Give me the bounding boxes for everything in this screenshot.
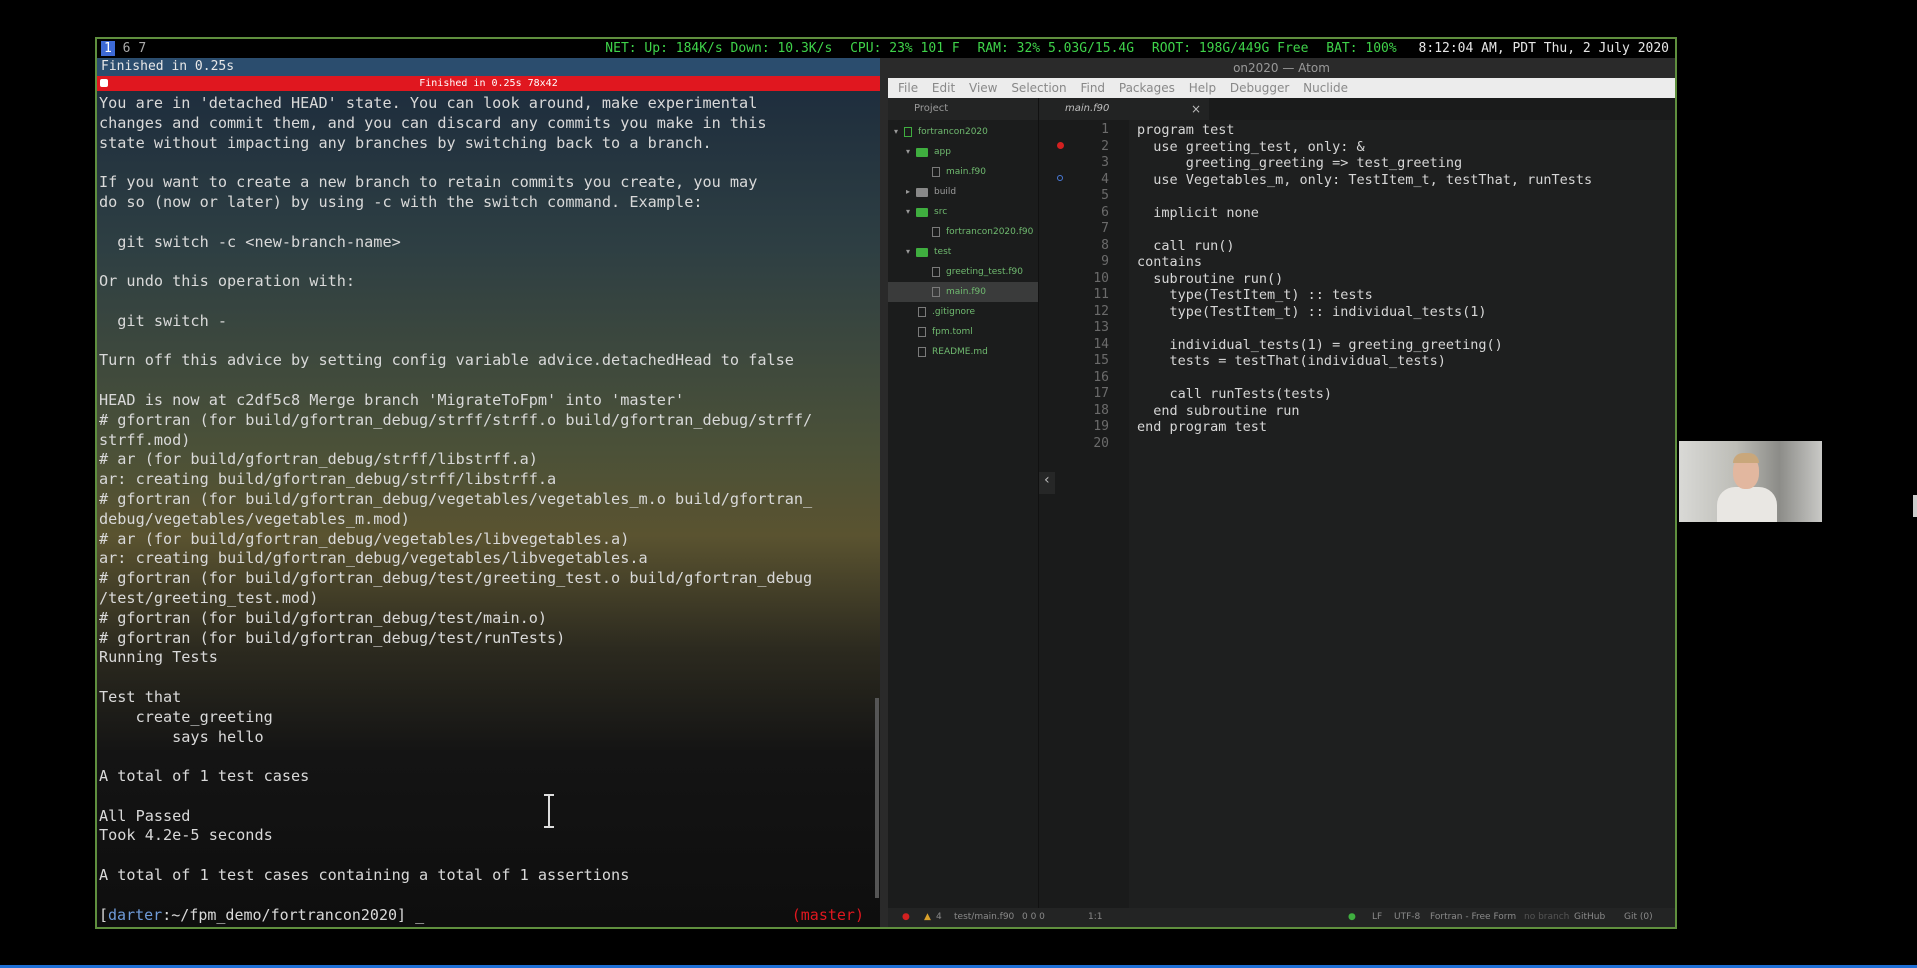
menu-find[interactable]: Find (1080, 81, 1105, 95)
battery-stat: BAT: 100% (1326, 41, 1397, 56)
chevron-down-icon: ▾ (894, 127, 899, 136)
terminal-output: You are in 'detached HEAD' state. You ca… (99, 94, 813, 885)
tree-item-src[interactable]: ▾ src (888, 202, 1038, 222)
tree-item-test-main[interactable]: main.f90 (888, 282, 1038, 302)
webcam-person-hair (1733, 453, 1759, 463)
file-icon (918, 327, 926, 337)
workspace-7[interactable]: 7 (138, 41, 146, 56)
cpu-stat: CPU: 23% 101 F (850, 41, 960, 56)
terminal-window[interactable]: Finished in 0.25s Finished in 0.25s 78x4… (97, 58, 880, 927)
project-tab[interactable]: Project (888, 98, 1038, 120)
repo-icon (904, 127, 912, 137)
prompt-user: darter (108, 906, 163, 924)
file-icon (932, 287, 940, 297)
menu-packages[interactable]: Packages (1119, 81, 1175, 95)
system-info: NET: Up: 184K/s Down: 10.3K/s CPU: 23% 1… (595, 39, 1669, 58)
desktop-frame: 1 6 7 NET: Up: 184K/s Down: 10.3K/s CPU:… (95, 37, 1677, 929)
close-icon[interactable]: × (1191, 98, 1201, 120)
menu-bar: File Edit View Selection Find Packages H… (888, 78, 1675, 98)
breakpoint-hollow-icon[interactable] (1057, 175, 1063, 181)
diagnostic-counts[interactable]: 0 0 0 (1022, 908, 1045, 927)
line-numbers: 1 2 3 4 5 6 7 8 9 10 11 12 13 14 15 16 1… (1093, 122, 1109, 451)
tree-item-app-main[interactable]: main.f90 (888, 162, 1038, 182)
atom-title: on2020 — Atom (888, 58, 1675, 78)
menu-debugger[interactable]: Debugger (1230, 81, 1289, 95)
tab-main-f90[interactable]: main.f90 × (1039, 98, 1209, 120)
tree-item-readme[interactable]: README.md (888, 342, 1038, 362)
error-icon[interactable]: ● (902, 908, 910, 927)
shell-prompt[interactable]: [darter:~/fpm_demo/fortrancon2020] _ (99, 906, 874, 926)
menu-edit[interactable]: Edit (932, 81, 955, 95)
folder-icon (916, 148, 928, 157)
tree-item-root[interactable]: ▾ fortrancon2020 (888, 122, 1038, 142)
warning-count[interactable]: 4 (936, 908, 942, 927)
folder-icon (916, 188, 928, 197)
close-icon[interactable] (100, 79, 108, 87)
menu-selection[interactable]: Selection (1011, 81, 1066, 95)
menu-file[interactable]: File (898, 81, 918, 95)
terminal-notification-bar: Finished in 0.25s 78x42 (97, 76, 880, 91)
folder-icon (916, 208, 928, 217)
git-panel-button[interactable]: Git (0) (1624, 908, 1653, 927)
terminal-scrollbar[interactable] (875, 698, 879, 898)
tree-item-app[interactable]: ▾ app (888, 142, 1038, 162)
tab-label: main.f90 (1065, 103, 1110, 114)
editor-tab-bar: main.f90 × (1039, 98, 1675, 120)
editor-status-bar: ● ▲ 4 test/main.f90 0 0 0 1:1 ● LF UTF-8… (888, 908, 1675, 927)
menu-help[interactable]: Help (1189, 81, 1216, 95)
system-status-bar: 1 6 7 NET: Up: 184K/s Down: 10.3K/s CPU:… (97, 39, 1675, 58)
book-icon (918, 347, 926, 357)
pane-divider[interactable] (880, 58, 888, 927)
terminal-size-label: Finished in 0.25s 78x42 (419, 78, 558, 89)
menu-nuclide[interactable]: Nuclide (1303, 81, 1348, 95)
tree-item-test[interactable]: ▾ test (888, 242, 1038, 262)
webcam-person-body (1717, 487, 1777, 522)
root-stat: ROOT: 198G/449G Free (1151, 41, 1309, 56)
github-icon[interactable]: GitHub (1574, 908, 1605, 927)
cursor-position[interactable]: 1:1 (1088, 908, 1102, 927)
tree-item-greeting-test[interactable]: greeting_test.f90 (888, 262, 1038, 282)
code-editor[interactable]: program test use greeting_test, only: & … (1137, 122, 1667, 436)
workspace-indicator[interactable]: 1 6 7 (101, 39, 146, 58)
terminal-title: Finished in 0.25s (97, 58, 880, 76)
webcam-overlay (1679, 441, 1822, 522)
atom-editor-window[interactable]: on2020 — Atom File Edit View Selection F… (888, 58, 1675, 927)
grammar-selector[interactable]: Fortran - Free Form (1430, 908, 1516, 927)
chevron-right-icon: ▸ (906, 187, 911, 196)
tree-item-src-fortrancon[interactable]: fortrancon2020.f90 (888, 222, 1038, 242)
text-cursor: _ (415, 906, 425, 924)
chevron-down-icon: ▾ (906, 207, 911, 216)
breakpoint-icon[interactable] (1057, 142, 1064, 149)
folder-icon (916, 248, 928, 257)
tree-item-fpm-toml[interactable]: fpm.toml (888, 322, 1038, 342)
warning-icon[interactable]: ▲ (924, 908, 931, 927)
chevron-left-icon[interactable]: ‹ (1039, 472, 1055, 494)
menu-view[interactable]: View (969, 81, 997, 95)
file-encoding[interactable]: UTF-8 (1394, 908, 1420, 927)
i-beam-cursor-icon (544, 794, 554, 828)
tree-item-gitignore[interactable]: .gitignore (888, 302, 1038, 322)
file-icon (918, 307, 926, 317)
status-dot-icon: ● (1348, 912, 1356, 922)
current-file-path[interactable]: test/main.f90 (954, 908, 1014, 927)
screen-edge-marker (1913, 495, 1917, 517)
file-icon (932, 167, 940, 177)
git-branch-status[interactable]: no branch (1524, 908, 1569, 927)
workspace-1[interactable]: 1 (101, 41, 115, 56)
tree-item-build[interactable]: ▸ build (888, 182, 1038, 202)
line-ending[interactable]: LF (1372, 908, 1382, 927)
git-branch-indicator: (master) (791, 906, 864, 924)
chevron-down-icon: ▾ (906, 247, 911, 256)
prompt-path: :~/fpm_demo/fortrancon2020] (162, 906, 407, 924)
chevron-down-icon: ▾ (906, 147, 911, 156)
clock: 8:12:04 AM, PDT Thu, 2 July 2020 (1418, 41, 1669, 56)
file-icon (932, 267, 940, 277)
file-icon (932, 227, 940, 237)
workspace-6[interactable]: 6 (123, 41, 131, 56)
net-stat: NET: Up: 184K/s Down: 10.3K/s (605, 41, 833, 56)
line-number-gutter[interactable]: 1 2 3 4 5 6 7 8 9 10 11 12 13 14 15 16 1… (1039, 120, 1129, 908)
ram-stat: RAM: 32% 5.03G/15.4G (977, 41, 1135, 56)
project-tree: Project ▾ fortrancon2020 ▾ app main.f90 … (888, 98, 1039, 908)
